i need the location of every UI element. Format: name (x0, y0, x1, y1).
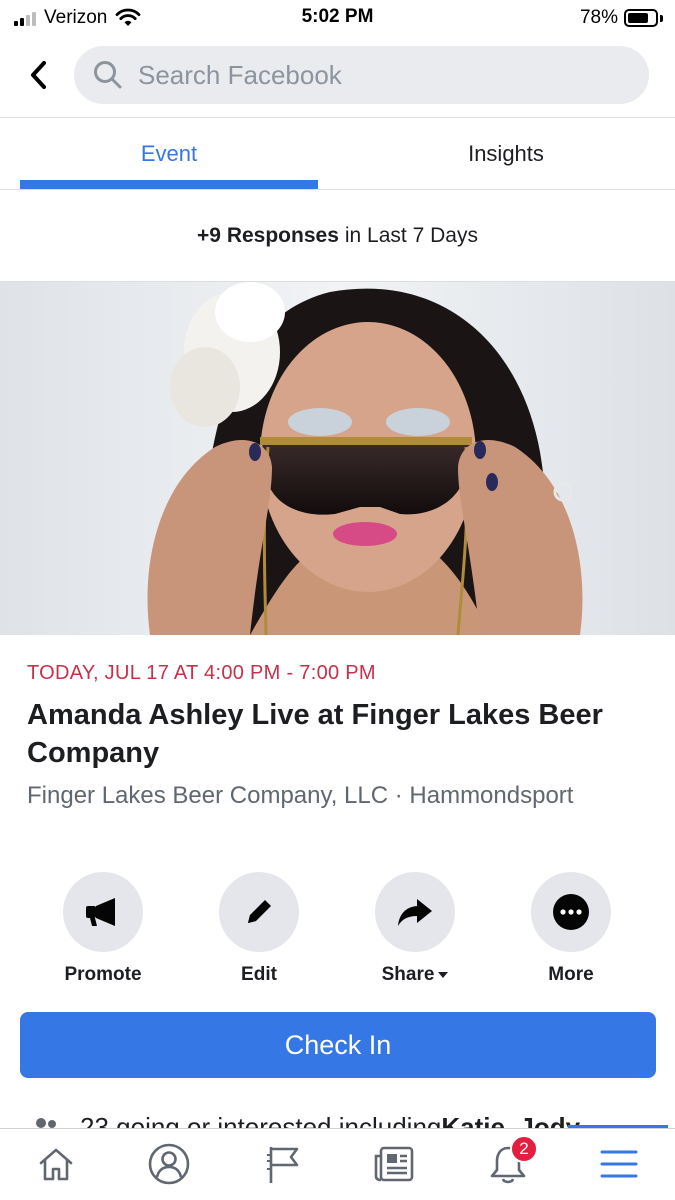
nav-pages[interactable] (258, 1139, 308, 1189)
nav-home[interactable] (31, 1139, 81, 1189)
bottom-tab-bar: 2 (0, 1125, 675, 1200)
notification-count-badge: 2 (510, 1135, 538, 1163)
nav-menu[interactable] (594, 1139, 644, 1189)
event-title: Amanda Ashley Live at Finger Lakes Beer … (27, 699, 603, 769)
event-date-time: TODAY, JUL 17 AT 4:00 PM - 7:00 PM (27, 662, 376, 684)
search-bar[interactable] (74, 46, 649, 104)
search-header (0, 36, 675, 118)
status-bar: Verizon 5:02 PM 78% (0, 0, 675, 36)
back-button[interactable] (22, 58, 56, 92)
search-icon (94, 61, 122, 89)
battery-percentage: 78% (579, 7, 618, 28)
clock: 5:02 PM (301, 6, 374, 27)
event-host-location[interactable]: Finger Lakes Beer Company, LLC · Hammond… (27, 780, 647, 812)
more-dots-icon (553, 894, 589, 930)
pages-flag-icon (267, 1147, 299, 1183)
more-button[interactable]: More (506, 868, 636, 986)
responses-count: +9 Responses (197, 223, 339, 247)
check-in-button[interactable]: Check In (20, 1012, 656, 1078)
active-menu-indicator (568, 1125, 668, 1128)
battery-icon (624, 9, 658, 27)
event-tabs: Event Insights (0, 118, 675, 190)
active-tab-indicator (20, 180, 318, 189)
megaphone-icon (86, 898, 115, 926)
share-arrow-icon (398, 899, 432, 926)
home-icon (39, 1148, 73, 1181)
responses-summary[interactable]: +9 Responses in Last 7 Days (0, 190, 675, 282)
profile-icon (148, 1143, 190, 1185)
caret-down-icon (438, 971, 449, 978)
edit-button[interactable]: Edit (194, 868, 324, 986)
responses-period: in Last 7 Days (344, 223, 478, 247)
promote-button[interactable]: Promote (38, 868, 168, 986)
chevron-left-icon (31, 61, 46, 89)
event-actions: Promote Edit Share More (0, 868, 675, 998)
nav-notifications[interactable]: 2 (483, 1135, 538, 1189)
search-input[interactable] (138, 59, 598, 91)
news-icon (374, 1146, 414, 1182)
cover-photo-image (0, 282, 675, 635)
tab-insights[interactable]: Insights (356, 118, 656, 190)
nav-profile[interactable] (144, 1139, 194, 1189)
event-cover-photo[interactable] (0, 282, 675, 635)
share-button[interactable]: Share (350, 868, 480, 986)
nav-news[interactable] (369, 1139, 419, 1189)
menu-icon (600, 1150, 638, 1178)
pencil-icon (248, 900, 271, 923)
